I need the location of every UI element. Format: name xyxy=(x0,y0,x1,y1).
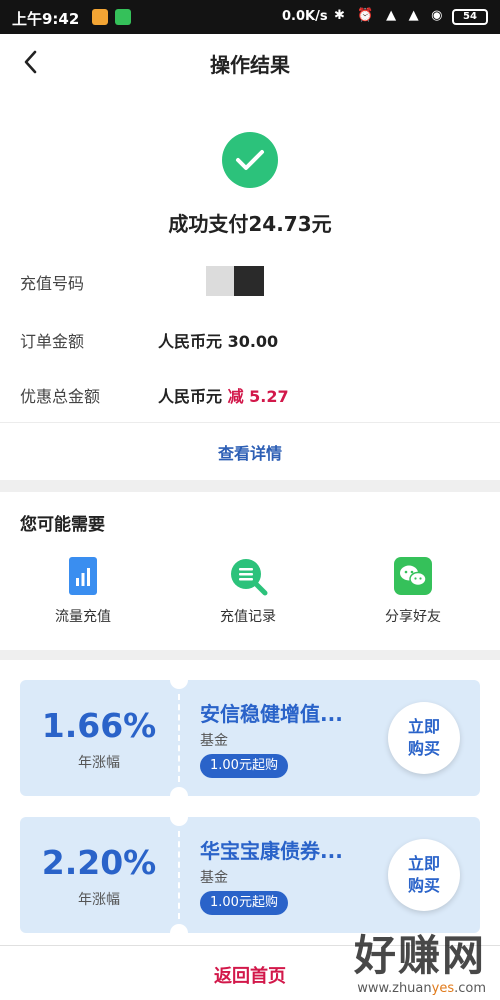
annual-rate: 2.20% xyxy=(41,843,157,882)
watermark-url: www.zhuanyes.com xyxy=(357,981,486,996)
notification-app-icon xyxy=(92,9,108,25)
annual-rate-label: 年涨幅 xyxy=(78,892,120,908)
result-card: 成功支付24.73元 充值号码 订单金额 人民币元 30.00 优惠总金额 人民… xyxy=(0,90,500,480)
suggestions-card: 您可能需要 流量充值 充值记录 分享好友 xyxy=(0,492,500,650)
nav-bar: 操作结果 xyxy=(0,34,500,90)
success-check-icon xyxy=(222,132,278,188)
records-icon xyxy=(228,556,268,596)
product-type: 基金 xyxy=(200,870,228,886)
discount-currency-text: 人民币元 xyxy=(158,387,228,406)
masked-phone-number xyxy=(206,266,264,296)
status-bar: 上午9:42 0.0K/s ✱ ⏰ ▲ ▲ ◉ 54 xyxy=(0,0,500,34)
wechat-share-icon xyxy=(393,556,433,596)
suggestions-title: 您可能需要 xyxy=(20,515,105,535)
product-list: 1.66% 年涨幅 安信稳健增值... 基金 1.00元起购 立即购买 2.20… xyxy=(0,660,500,950)
network-speed: 0.0K/s xyxy=(282,9,328,24)
recharge-records-label: 充值记录 xyxy=(220,609,276,625)
status-time: 上午9:42 xyxy=(12,10,80,28)
payment-amount-text: 成功支付24.73元 xyxy=(168,212,332,236)
product-type: 基金 xyxy=(200,733,228,749)
min-purchase-badge: 1.00元起购 xyxy=(200,891,288,915)
product-card[interactable]: 1.66% 年涨幅 安信稳健增值... 基金 1.00元起购 立即购买 xyxy=(20,680,480,796)
buy-now-button[interactable]: 立即购买 xyxy=(388,839,460,911)
view-details-link[interactable]: 查看详情 xyxy=(0,440,500,464)
wechat-notification-icon xyxy=(115,9,131,25)
order-amount-value: 人民币元 30.00 xyxy=(158,332,279,351)
recharge-number-label: 充值号码 xyxy=(20,274,85,293)
min-purchase-badge: 1.00元起购 xyxy=(200,754,288,778)
system-status-icons: ✱ ⏰ ▲ ▲ ◉ xyxy=(334,8,447,23)
product-card[interactable]: 2.20% 年涨幅 华宝宝康债券... 基金 1.00元起购 立即购买 xyxy=(20,817,480,933)
divider xyxy=(0,422,500,423)
annual-rate-label: 年涨幅 xyxy=(78,755,120,771)
site-watermark: 好赚网 www.zhuanyes.com xyxy=(354,931,486,996)
share-friends-item[interactable]: 分享好友 xyxy=(358,556,468,626)
buy-now-button[interactable]: 立即购买 xyxy=(388,702,460,774)
discount-total-value: 人民币元 减 5.27 xyxy=(158,383,289,407)
recharge-records-item[interactable]: 充值记录 xyxy=(193,556,303,626)
product-name: 华宝宝康债券... xyxy=(200,839,343,863)
watermark-logo-text: 好赚网 xyxy=(353,931,486,980)
data-recharge-label: 流量充值 xyxy=(55,609,111,625)
product-name: 安信稳健增值... xyxy=(200,702,343,726)
data-recharge-icon xyxy=(63,556,103,596)
order-amount-label: 订单金额 xyxy=(20,332,85,351)
discount-minus-text: 减 5.27 xyxy=(227,387,289,406)
page-title: 操作结果 xyxy=(210,53,290,77)
data-recharge-item[interactable]: 流量充值 xyxy=(28,556,138,626)
battery-icon: 54 xyxy=(452,9,488,25)
discount-total-label: 优惠总金额 xyxy=(20,387,101,406)
share-friends-label: 分享好友 xyxy=(385,609,441,625)
annual-rate: 1.66% xyxy=(41,706,157,745)
